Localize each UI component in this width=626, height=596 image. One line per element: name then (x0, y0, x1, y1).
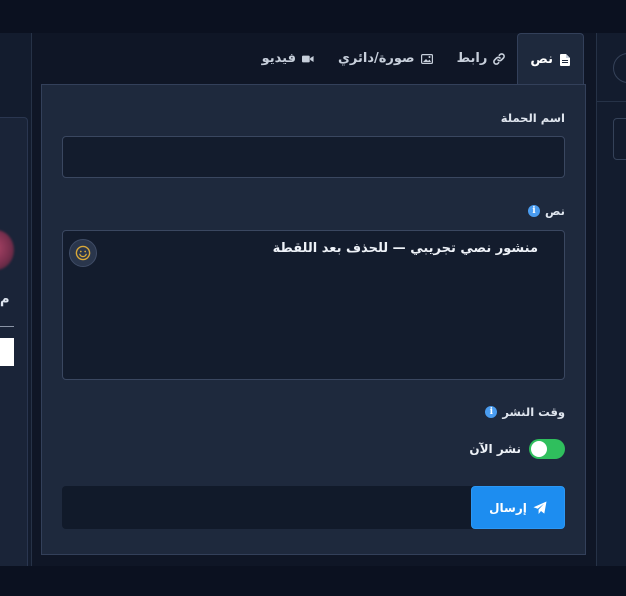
bottom-bar (0, 566, 626, 596)
divider (597, 101, 626, 102)
campaign-name-input[interactable] (62, 136, 565, 178)
file-icon (559, 53, 571, 66)
send-button-label: إرسال (489, 500, 527, 515)
send-button[interactable]: إرسال (471, 486, 565, 529)
campaign-name-label: اسم الحملة (501, 111, 565, 125)
send-bar: إرسال (62, 486, 565, 529)
tab-link[interactable]: رابط (445, 33, 518, 84)
post-text-area[interactable]: منشور نصي تجريبي — للحذف بعد اللقطة (62, 230, 565, 380)
top-bar (0, 0, 626, 33)
divider (0, 326, 14, 327)
tab-label: رابط (456, 51, 488, 66)
publish-now-toggle[interactable] (529, 439, 565, 459)
left-panel-text: م (0, 292, 10, 307)
publish-now-label: نشر الآن (469, 442, 521, 456)
tab-video[interactable]: فيديو (250, 33, 326, 84)
text-label-text: نص (544, 204, 565, 218)
image-icon (420, 53, 433, 65)
campaign-name-label-text: اسم الحملة (500, 111, 565, 125)
left-panel: م (0, 33, 32, 587)
left-profile-card: م (0, 117, 28, 587)
publish-time-label-text: وقت النشر (502, 405, 565, 419)
tab-image-carousel[interactable]: صورة/دائري (326, 33, 445, 84)
text-label: نص i (527, 204, 565, 218)
paper-plane-icon (533, 501, 547, 514)
smiley-icon (75, 245, 91, 261)
tab-label: نص (530, 52, 553, 67)
tab-label: صورة/دائري (337, 51, 415, 66)
link-icon (493, 52, 506, 65)
tab-text[interactable]: نص (517, 33, 584, 85)
right-panel-input[interactable] (613, 118, 626, 160)
video-icon (301, 53, 314, 65)
left-panel-input[interactable] (0, 338, 14, 366)
right-panel (596, 33, 626, 566)
toggle-knob (531, 441, 547, 457)
avatar (0, 230, 14, 270)
publish-now-row: نشر الآن (469, 439, 565, 459)
emoji-picker-button[interactable] (69, 239, 97, 267)
post-form-card: اسم الحملة نص i منشور نصي تجريبي — للحذف… (41, 84, 586, 555)
info-icon[interactable]: i (527, 205, 540, 217)
post-type-tabs: نص رابط صورة/دائري فيديو (250, 33, 584, 85)
info-icon[interactable]: i (485, 406, 498, 418)
right-panel-circle-button[interactable] (613, 53, 626, 83)
tab-label: فيديو (261, 51, 296, 66)
publish-time-label: وقت النشر i (485, 405, 565, 419)
post-text-value: منشور نصي تجريبي — للحذف بعد اللقطة (272, 241, 538, 256)
